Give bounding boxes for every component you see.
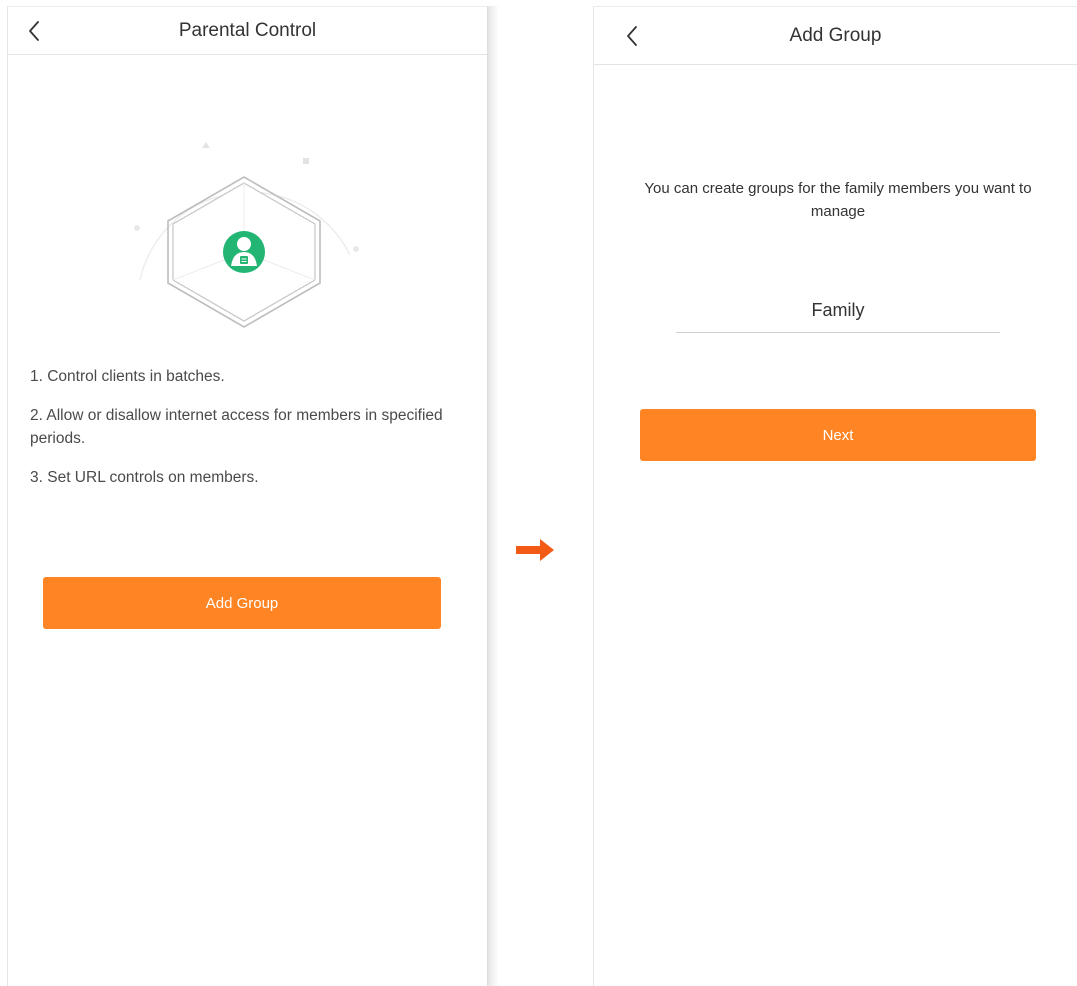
add-group-screen: Add Group You can create groups for the … [593, 6, 1077, 986]
user-hexagon-icon [134, 142, 359, 328]
parental-control-screen: Parental Control 1. Control clients in b… [7, 6, 487, 986]
add-group-button[interactable]: Add Group [43, 577, 441, 629]
intro-text: You can create groups for the family mem… [644, 180, 1032, 220]
back-button[interactable] [14, 7, 54, 54]
feature-list: 1. Control clients in batches. 2. Allow … [30, 365, 450, 489]
nav-bar: Add Group [594, 7, 1077, 65]
page: Parental Control 1. Control clients in b… [0, 0, 1077, 986]
next-button[interactable]: Next [640, 409, 1036, 461]
chevron-left-icon [29, 20, 39, 41]
arrow-right-icon [516, 539, 554, 561]
group-name-input[interactable] [676, 289, 1000, 332]
chevron-left-icon [627, 25, 637, 46]
nav-bar: Parental Control [8, 7, 487, 55]
feature-item-3: 3. Set URL controls on members. [30, 469, 259, 486]
page-title: Parental Control [178, 19, 317, 41]
feature-item-1: 1. Control clients in batches. [30, 368, 225, 385]
back-button[interactable] [612, 7, 652, 64]
screen-shadow [487, 6, 499, 986]
group-name-field [676, 289, 1000, 333]
page-title: Add Group [789, 24, 882, 46]
feature-item-2: 2. Allow or disallow internet access for… [30, 407, 443, 447]
